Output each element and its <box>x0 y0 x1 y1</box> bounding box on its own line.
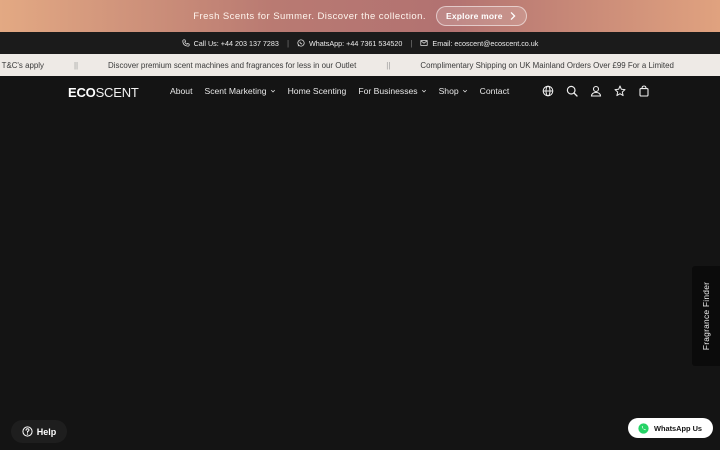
whatsapp-icon <box>297 39 305 47</box>
nav-label: About <box>170 86 193 96</box>
call-link[interactable]: Call Us: +44 203 137 7283 <box>182 39 279 48</box>
nav-label: Home Scenting <box>287 86 347 96</box>
ticker-separator: || <box>386 60 391 70</box>
whatsapp-link[interactable]: WhatsApp: +44 7361 534520 <box>297 39 402 48</box>
fragrance-finder-label: Fragrance Finder <box>701 281 711 351</box>
account-icon[interactable] <box>590 85 602 97</box>
whatsapp-us-label: WhatsApp Us <box>654 423 703 433</box>
announcement-ticker: ee - T&C's apply || Discover premium sce… <box>0 54 720 76</box>
logo[interactable]: ECOSCENT <box>68 85 139 100</box>
email-link[interactable]: Email: ecoscent@ecoscent.co.uk <box>420 39 538 48</box>
nav-item-contact[interactable]: Contact <box>480 86 510 96</box>
contact-separator: | <box>410 38 413 48</box>
fragrance-finder-tab[interactable]: Fragrance Finder <box>692 266 720 366</box>
site-header: ECOSCENT About Scent Marketing Home Scen… <box>0 76 720 108</box>
chevron-down-icon <box>270 89 275 93</box>
whatsapp-text: WhatsApp: +44 7361 534520 <box>309 38 403 48</box>
page: Fresh Scents for Summer. Discover the co… <box>0 0 720 450</box>
promo-text: Fresh Scents for Summer. Discover the co… <box>193 10 426 22</box>
chevron-down-icon <box>421 89 426 93</box>
chevron-down-icon <box>462 89 467 93</box>
whatsapp-icon <box>638 422 649 434</box>
logo-bold: ECO <box>68 85 96 100</box>
nav-label: Scent Marketing <box>204 86 267 96</box>
contact-separator: | <box>286 38 290 48</box>
wishlist-star-icon[interactable] <box>614 85 626 97</box>
chevron-right-icon <box>510 12 516 20</box>
email-text: Email: ecoscent@ecoscent.co.uk <box>432 38 539 48</box>
ticker-item[interactable]: Discover premium scent machines and frag… <box>108 61 356 70</box>
search-icon[interactable] <box>566 85 578 97</box>
call-text: Call Us: +44 203 137 7283 <box>193 38 279 48</box>
help-button[interactable]: Help <box>11 420 67 443</box>
contact-bar: Call Us: +44 203 137 7283 | WhatsApp: +4… <box>0 32 720 54</box>
ticker-item: ee - T&C's apply <box>0 60 44 70</box>
ticker-item: Complimentary Shipping on UK Mainland Or… <box>420 60 674 70</box>
help-label: Help <box>36 426 57 437</box>
nav-label: For Businesses <box>358 86 418 96</box>
nav-item-about[interactable]: About <box>170 86 192 96</box>
explore-more-button[interactable]: Explore more <box>435 6 527 26</box>
promo-banner: Fresh Scents for Summer. Discover the co… <box>0 0 720 32</box>
phone-icon <box>182 39 190 47</box>
nav-label: Contact <box>479 86 510 96</box>
nav-item-shop[interactable]: Shop <box>439 86 468 96</box>
explore-more-label: Explore more <box>445 11 503 21</box>
help-circle-icon <box>22 426 33 437</box>
main-nav: About Scent Marketing Home Scenting For … <box>170 86 509 96</box>
nav-item-for-businesses[interactable]: For Businesses <box>358 86 426 96</box>
nav-item-scent-marketing[interactable]: Scent Marketing <box>204 86 275 96</box>
mail-icon <box>420 40 428 46</box>
bag-icon[interactable] <box>638 85 650 97</box>
header-icons <box>542 85 650 97</box>
nav-item-home-scenting[interactable]: Home Scenting <box>288 86 347 96</box>
globe-icon[interactable] <box>542 85 554 97</box>
ticker-separator: || <box>73 60 79 70</box>
logo-light: SCENT <box>95 85 139 100</box>
whatsapp-us-button[interactable]: WhatsApp Us <box>628 418 713 438</box>
nav-label: Shop <box>438 86 459 96</box>
ticker-track: ee - T&C's apply || Discover premium sce… <box>0 54 674 76</box>
